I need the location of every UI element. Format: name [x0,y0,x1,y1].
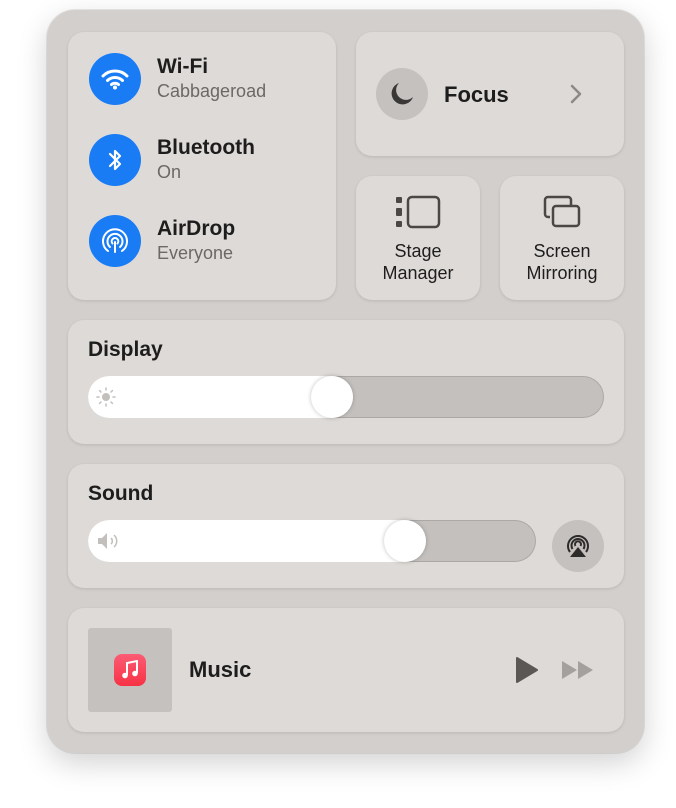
screen-mirroring-label: Screen Mirroring [526,241,598,283]
music-note-icon [122,660,138,679]
volume-knob[interactable] [384,520,427,562]
sound-title: Sound [88,482,154,505]
screen-mirroring-icon [543,195,581,228]
music-app-icon [114,654,146,686]
wifi-control[interactable]: Wi-Fi Cabbageroad [89,52,266,106]
stage-manager-label: Stage Manager [382,241,454,283]
wifi-network-name: Cabbageroad [157,81,267,101]
brightness-slider[interactable] [88,376,604,418]
album-art [88,628,172,712]
brightness-knob[interactable] [310,376,353,418]
screen-mirroring-button[interactable]: Screen Mirroring [500,176,624,300]
connectivity-tile: Wi-Fi Cabbageroad Bluetooth On AirDrop E… [68,32,336,300]
airplay-audio-icon [567,535,589,557]
wifi-title: Wi-Fi [157,55,209,78]
bluetooth-control[interactable]: Bluetooth On [89,133,255,187]
stage-manager-icon [396,195,441,229]
focus-toggle[interactable] [376,68,428,120]
bluetooth-toggle[interactable] [89,134,141,186]
airdrop-toggle[interactable] [89,215,141,267]
display-tile: Display [68,320,624,444]
focus-label: Focus [444,82,509,107]
volume-fill [88,520,427,562]
airdrop-control[interactable]: AirDrop Everyone [89,214,235,268]
focus-tile[interactable]: Focus [356,32,624,156]
sound-tile: Sound [68,464,624,588]
bluetooth-icon [108,149,122,171]
airdrop-status: Everyone [157,243,234,263]
moon-icon [391,83,413,105]
airdrop-title: AirDrop [157,217,236,240]
control-center-panel: Wi-Fi Cabbageroad Bluetooth On AirDrop E… [47,10,644,753]
airdrop-icon [102,228,128,253]
chevron-right-icon[interactable] [566,80,586,108]
fast-forward-icon[interactable] [561,660,595,680]
airplay-audio-button[interactable] [552,520,604,572]
bluetooth-status: On [157,162,182,182]
wifi-icon [101,69,129,90]
speaker-icon [98,533,118,549]
stage-manager-button[interactable]: Stage Manager [356,176,480,300]
display-title: Display [88,338,163,361]
now-playing-title: Music [189,657,252,682]
sun-icon [96,387,116,407]
bluetooth-title: Bluetooth [157,136,255,159]
wifi-toggle[interactable] [89,53,141,105]
play-icon[interactable] [514,656,540,684]
volume-slider[interactable] [88,520,536,562]
now-playing-tile: Music [68,608,624,732]
